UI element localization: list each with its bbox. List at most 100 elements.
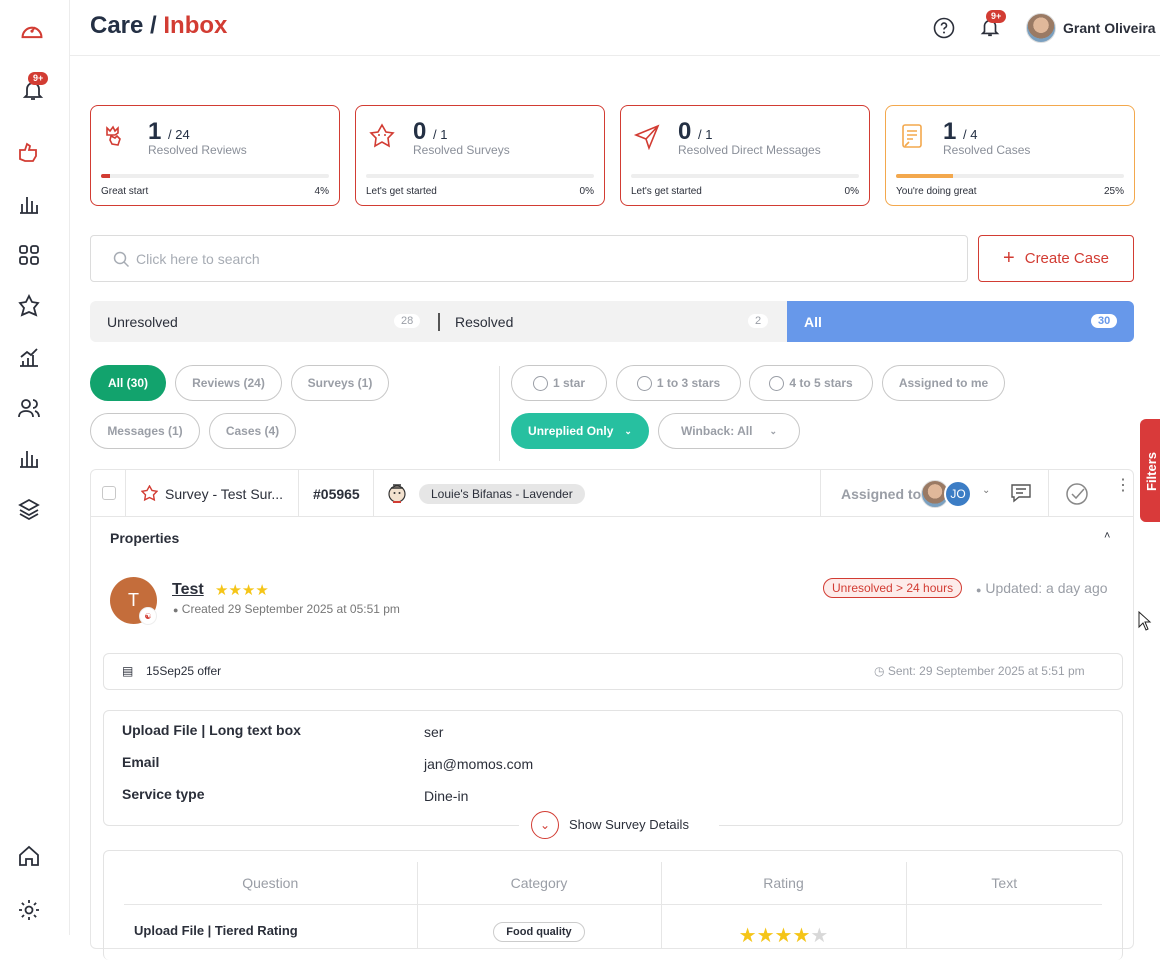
stat-card-cases[interactable]: 1 / 4 Resolved Cases You're doing great … <box>885 105 1135 206</box>
question-cell: Upload File | Tiered Rating <box>124 904 418 948</box>
customer-name[interactable]: Test <box>172 581 204 599</box>
offer-box: ▤ 15Sep25 offer ◷ Sent: 29 September 202… <box>103 653 1123 690</box>
breadcrumb-current: Inbox <box>163 12 228 39</box>
filter-assigned-to-me[interactable]: Assigned to me <box>882 365 1005 401</box>
filter-1-to-3-stars[interactable]: 1 to 3 stars <box>616 365 741 401</box>
header-notification-badge: 9+ <box>986 10 1007 23</box>
search-placeholder: Click here to search <box>136 251 260 267</box>
field-value: ser <box>424 724 444 740</box>
users-icon[interactable] <box>17 396 41 420</box>
sent-date: ◷ Sent: 29 September 2025 at 5:51 pm <box>874 664 1085 678</box>
table-header: Question <box>124 862 418 905</box>
category-tag: Food quality <box>493 921 585 942</box>
apps-icon[interactable] <box>17 243 41 267</box>
tab-all[interactable]: All 30 <box>787 301 1134 342</box>
tab-resolved[interactable]: Resolved 2 <box>440 301 786 342</box>
table-header: Category <box>417 862 662 905</box>
care-icon[interactable] <box>17 140 41 164</box>
clock-icon: ● <box>173 605 179 615</box>
analytics-icon[interactable] <box>17 192 41 216</box>
layers-icon[interactable] <box>17 497 41 521</box>
assigned-label: Assigned to <box>841 486 922 502</box>
assignee-initials-avatar[interactable]: JO <box>944 480 972 508</box>
resolve-check-icon[interactable] <box>1065 482 1089 506</box>
filter-4-to-5-stars[interactable]: 4 to 5 stars <box>749 365 873 401</box>
stat-card-reviews[interactable]: 1 / 24 Resolved Reviews Great start 4% <box>90 105 340 206</box>
chevron-up-icon[interactable]: ˄ <box>1104 530 1110 542</box>
stat-label: Resolved Reviews <box>148 143 247 157</box>
filter-surveys[interactable]: Surveys (1) <box>291 365 389 401</box>
ticket-icon: ▤ <box>122 664 134 678</box>
winback-select[interactable]: Winback: All ⌄ <box>658 413 800 449</box>
filter-1-star[interactable]: 1 star <box>511 365 607 401</box>
field-value: jan@momos.com <box>424 756 534 772</box>
star-icon: ★ <box>756 924 775 947</box>
stat-card-messages[interactable]: 0 / 1 Resolved Direct Messages Let's get… <box>620 105 870 206</box>
user-avatar[interactable] <box>1026 13 1056 43</box>
table-row: Upload File | Tiered Rating Food quality… <box>124 904 1102 948</box>
filter-reviews[interactable]: Reviews (24) <box>175 365 282 401</box>
stat-value: 0 / 1 <box>678 118 713 145</box>
more-options-icon[interactable]: ⋮ <box>1115 478 1131 494</box>
item-header: Survey - Test Sur... #05965 Louie's Bifa… <box>91 470 1133 517</box>
stat-percent: 25% <box>1103 186 1124 197</box>
stat-card-surveys[interactable]: 0 / 1 Resolved Surveys Let's get started… <box>355 105 605 206</box>
survey-table-box: Question Category Rating Text Upload Fil… <box>103 850 1123 960</box>
item-id[interactable]: #05965 <box>313 486 360 502</box>
location-logo-icon <box>388 484 406 503</box>
clock-icon: ● <box>976 585 982 595</box>
stat-value: 1 / 24 <box>148 118 190 145</box>
assignee-chevron-down-icon[interactable]: ⌄ <box>982 485 990 496</box>
reports-icon[interactable] <box>17 345 41 369</box>
rating-cell: ★★★★★ <box>661 904 907 948</box>
unreplied-only-toggle[interactable]: Unreplied Only ⌄ <box>511 413 649 449</box>
stat-footer: You're doing great <box>896 186 977 197</box>
home-icon[interactable] <box>17 844 41 868</box>
star-icon: ★ <box>792 924 811 947</box>
sidebar: 9+ <box>0 0 70 935</box>
star-icon: ★ <box>810 924 829 947</box>
tab-unresolved[interactable]: Unresolved 28 <box>90 301 435 342</box>
updated-date: ● Updated: a day ago <box>976 580 1108 596</box>
integrations-icon[interactable] <box>17 294 41 318</box>
star-icon: ★ <box>228 582 242 599</box>
filter-divider <box>499 366 500 461</box>
user-name[interactable]: Grant Oliveira <box>1063 20 1156 36</box>
filter-all[interactable]: All (30) <box>90 365 166 401</box>
progress-bar <box>366 174 594 178</box>
filter-messages[interactable]: Messages (1) <box>90 413 200 449</box>
field-key: Upload File | Long text box <box>122 722 301 738</box>
properties-label[interactable]: Properties <box>110 530 179 546</box>
help-icon[interactable] <box>933 17 955 39</box>
chevron-down-icon: ⌄ <box>769 425 777 436</box>
search-input[interactable]: Click here to search <box>90 235 968 282</box>
star-icon: ★ <box>255 582 269 599</box>
breadcrumb-parent[interactable]: Care / <box>90 12 163 39</box>
field-key: Service type <box>122 786 205 802</box>
stat-footer: Great start <box>101 186 149 197</box>
chevron-down-icon: ⌄ <box>624 425 632 436</box>
item-checkbox[interactable] <box>102 486 116 500</box>
star-icon: ★ <box>738 924 757 947</box>
search-icon <box>113 251 130 268</box>
reply-comment-icon[interactable] <box>1010 482 1032 504</box>
reviews-icon <box>106 125 121 146</box>
logo-icon[interactable] <box>18 18 46 46</box>
create-case-button[interactable]: + Create Case <box>978 235 1134 282</box>
insights-icon[interactable] <box>17 446 41 470</box>
item-type[interactable]: Survey - Test Sur... <box>165 486 283 502</box>
surveys-icon <box>369 123 395 148</box>
sad-face-icon <box>532 375 548 391</box>
category-cell: Food quality <box>417 904 662 948</box>
filters-side-tab[interactable]: Filters <box>1140 419 1160 522</box>
show-survey-details[interactable]: ⌄ Show Survey Details <box>519 809 719 839</box>
table-header: Text <box>906 862 1102 905</box>
status-badge: Unresolved > 24 hours <box>823 578 963 598</box>
filter-cases[interactable]: Cases (4) <box>209 413 296 449</box>
page-title: Care / Inbox <box>90 12 227 40</box>
settings-icon[interactable] <box>17 898 41 922</box>
neutral-face-icon <box>636 375 652 391</box>
cases-icon <box>902 124 922 148</box>
top-header: Care / Inbox 9+ Grant Oliveira <box>70 0 1160 56</box>
stat-label: Resolved Surveys <box>413 143 510 157</box>
